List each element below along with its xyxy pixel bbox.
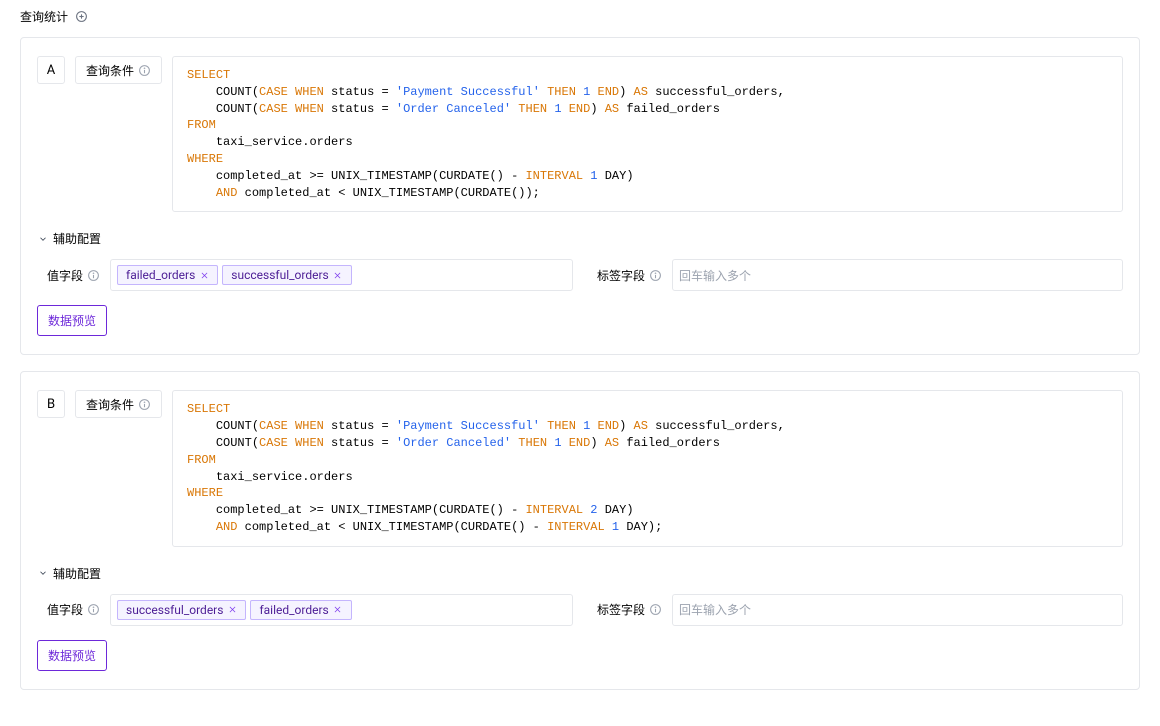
info-icon[interactable] [649, 269, 662, 282]
tag-remove-icon[interactable] [199, 270, 209, 280]
value-field-input[interactable]: failed_orders successful_orders [110, 259, 573, 291]
query-condition-label: 查询条件 [86, 62, 134, 79]
tag-field-input[interactable]: 回车输入多个 [672, 259, 1123, 291]
aux-config-toggle[interactable]: 辅助配置 [37, 565, 101, 582]
info-icon[interactable] [87, 269, 100, 282]
info-icon[interactable] [138, 64, 151, 77]
value-tag: successful_orders [117, 600, 246, 620]
tag-remove-icon[interactable] [227, 605, 237, 615]
value-field-input[interactable]: successful_orders failed_orders [110, 594, 573, 626]
tag-field-label: 标签字段 [587, 259, 672, 291]
tag-text: successful_orders [126, 603, 223, 617]
value-tag: failed_orders [117, 265, 218, 285]
tag-field-label: 标签字段 [587, 594, 672, 626]
query-letter: B [37, 390, 65, 418]
value-field-label: 值字段 [37, 259, 110, 291]
data-preview-button[interactable]: 数据预览 [37, 305, 107, 336]
info-icon[interactable] [138, 398, 151, 411]
tag-field-input[interactable]: 回车输入多个 [672, 594, 1123, 626]
info-icon[interactable] [649, 603, 662, 616]
sql-editor[interactable]: SELECT COUNT(CASE WHEN status = 'Payment… [172, 56, 1123, 212]
query-condition-label-box[interactable]: 查询条件 [75, 390, 162, 418]
page-title: 查询统计 [20, 8, 68, 25]
value-tag: failed_orders [250, 600, 351, 620]
chevron-down-icon [37, 233, 49, 245]
query-condition-label: 查询条件 [86, 396, 134, 413]
chevron-down-icon [37, 567, 49, 579]
page-header: 查询统计 [20, 8, 1140, 25]
add-query-icon[interactable] [74, 10, 88, 24]
aux-config-label: 辅助配置 [53, 230, 101, 247]
query-block: B 查询条件 SELECT COUNT(CASE WHEN status = '… [20, 371, 1140, 689]
query-block: A 查询条件 SELECT COUNT(CASE WHEN status = '… [20, 37, 1140, 355]
tag-text: failed_orders [259, 603, 328, 617]
tag-remove-icon[interactable] [333, 270, 343, 280]
aux-config-label: 辅助配置 [53, 565, 101, 582]
placeholder-text: 回车输入多个 [679, 601, 751, 618]
query-condition-label-box[interactable]: 查询条件 [75, 56, 162, 84]
tag-text: successful_orders [231, 268, 328, 282]
value-tag: successful_orders [222, 265, 351, 285]
tag-text: failed_orders [126, 268, 195, 282]
sql-editor[interactable]: SELECT COUNT(CASE WHEN status = 'Payment… [172, 390, 1123, 546]
aux-config-toggle[interactable]: 辅助配置 [37, 230, 101, 247]
data-preview-button[interactable]: 数据预览 [37, 640, 107, 671]
query-letter: A [37, 56, 65, 84]
info-icon[interactable] [87, 603, 100, 616]
value-field-label: 值字段 [37, 594, 110, 626]
placeholder-text: 回车输入多个 [679, 267, 751, 284]
tag-remove-icon[interactable] [333, 605, 343, 615]
